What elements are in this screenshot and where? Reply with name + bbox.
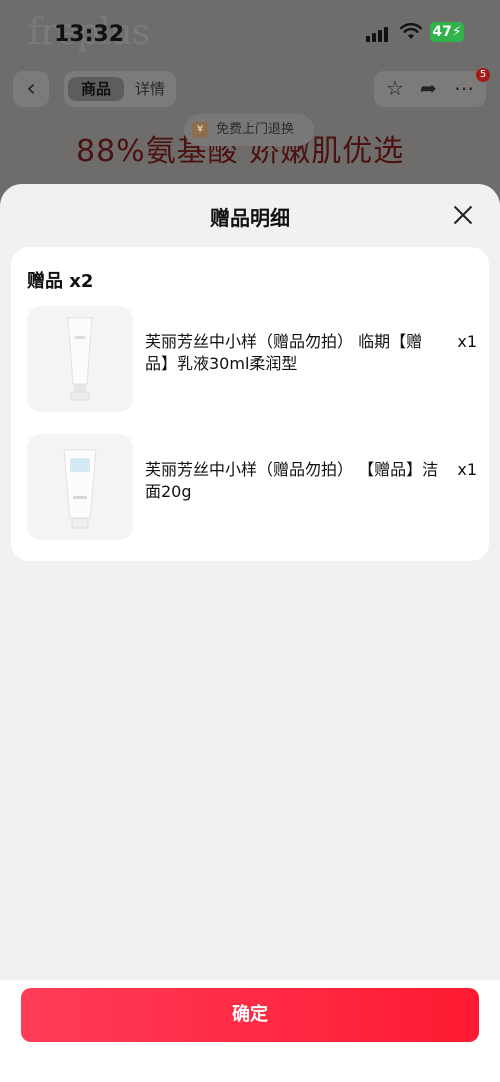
confirm-button[interactable]: 确定	[21, 988, 479, 1042]
gift-detail-sheet: 赠品明细 赠品 x2 芙丽芳丝中小样（赠品勿拍） 临期【赠品】乳液30ml柔润型…	[0, 184, 500, 1082]
list-item[interactable]: 芙丽芳丝中小样（赠品勿拍） 【赠品】洁面20g x1	[27, 434, 477, 542]
top-actions: ☆ ➦ ⋯	[374, 71, 486, 107]
list-item[interactable]: 芙丽芳丝中小样（赠品勿拍） 临期【赠品】乳液30ml柔润型 x1	[27, 306, 477, 414]
battery-level: 47	[432, 24, 452, 40]
lotion-tube-icon	[27, 306, 133, 412]
tab-details[interactable]: 详情	[128, 77, 172, 101]
chevron-left-icon: ‹	[26, 74, 36, 102]
free-return-badge: ¥ 免费上门退换	[184, 114, 314, 146]
close-icon[interactable]	[452, 204, 474, 226]
shield-icon: ¥	[192, 121, 208, 138]
cleanser-tube-icon	[27, 434, 133, 540]
star-icon[interactable]: ☆	[386, 76, 404, 100]
sheet-header: 赠品明细	[0, 184, 500, 244]
status-time: 13:32	[54, 22, 125, 47]
battery-icon: 47⚡	[430, 22, 464, 42]
gift-name: 芙丽芳丝中小样（赠品勿拍） 临期【赠品】乳液30ml柔润型	[145, 332, 423, 373]
notification-badge: 5	[476, 68, 490, 82]
back-button[interactable]: ‹	[13, 71, 49, 107]
gift-quantity: x1	[457, 460, 477, 479]
share-icon[interactable]: ➦	[420, 76, 437, 100]
more-icon[interactable]: ⋯	[454, 76, 474, 100]
gift-quantity: x1	[457, 332, 477, 351]
cellular-signal-icon	[366, 26, 392, 42]
gift-card: 赠品 x2 芙丽芳丝中小样（赠品勿拍） 临期【赠品】乳液30ml柔润型 x1 芙…	[11, 247, 489, 561]
page-tabs: 商品 详情	[64, 71, 176, 107]
wifi-icon	[400, 23, 422, 39]
sheet-title: 赠品明细	[210, 206, 290, 230]
sheet-footer: 确定	[0, 980, 500, 1082]
gift-name: 芙丽芳丝中小样（赠品勿拍） 【赠品】洁面20g	[145, 460, 439, 501]
tab-product[interactable]: 商品	[68, 77, 124, 101]
free-return-label: 免费上门退换	[216, 122, 295, 137]
gift-heading: 赠品 x2	[27, 271, 94, 292]
